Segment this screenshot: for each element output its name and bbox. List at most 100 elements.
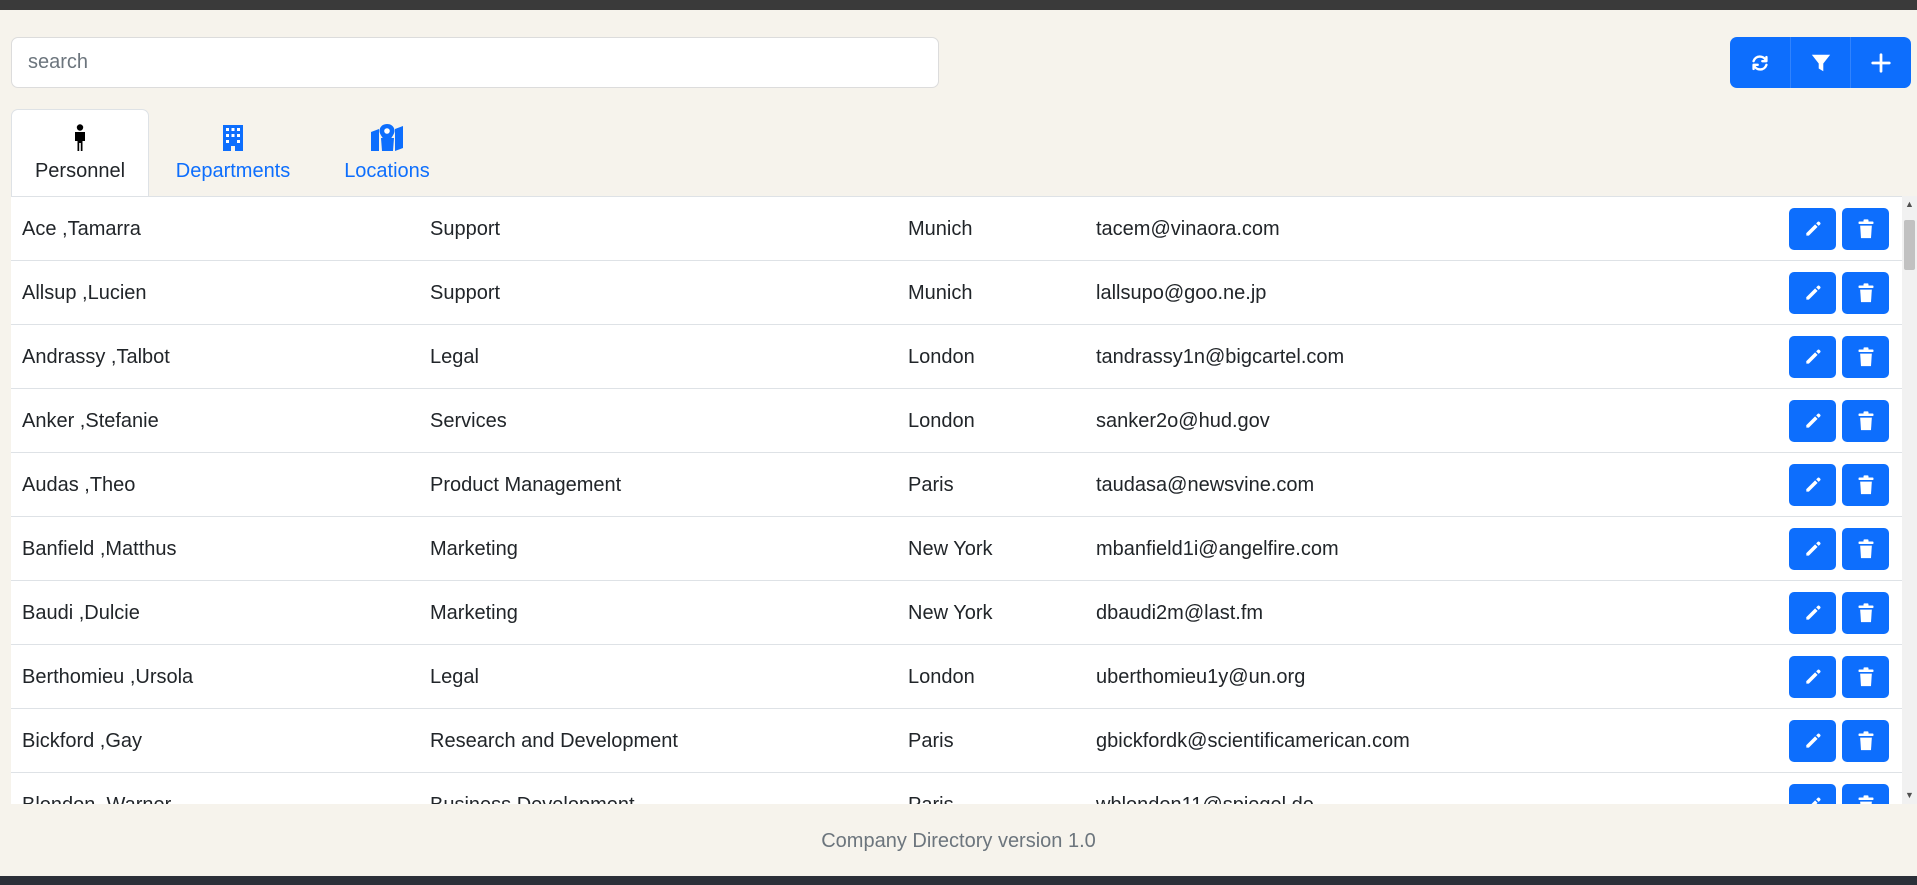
edit-button[interactable]: [1789, 464, 1836, 506]
tab-bar: Personnel Departments Locations: [11, 109, 457, 197]
plus-icon: [1871, 52, 1891, 73]
building-icon: [222, 122, 244, 154]
map-pin-icon: [370, 122, 404, 154]
edit-button[interactable]: [1789, 208, 1836, 250]
employee-name: Anker ,Stefanie: [22, 410, 159, 432]
tab-label: Departments: [175, 160, 291, 182]
employee-name: Allsup ,Lucien: [22, 282, 147, 304]
trash-icon: [1857, 539, 1875, 559]
pencil-icon: [1803, 731, 1823, 751]
table-row: Audas ,Theo Product Management Paris taudas…: [11, 453, 1902, 517]
employee-location: London: [908, 346, 975, 368]
filter-icon: [1811, 54, 1830, 71]
table-row: Allsup ,Lucien Support Munich lallsupo@goo.…: [11, 261, 1902, 325]
delete-button[interactable]: [1842, 400, 1889, 442]
employee-name: Audas ,Theo: [22, 474, 136, 496]
tab-label: Locations: [344, 160, 430, 182]
trash-icon: [1857, 603, 1875, 623]
pencil-icon: [1803, 283, 1823, 303]
delete-button[interactable]: [1842, 336, 1889, 378]
window-top-bar: [0, 0, 1917, 10]
employee-email: lallsupo@goo.ne.jp: [1096, 282, 1267, 304]
employee-department: Marketing: [430, 602, 518, 624]
edit-button[interactable]: [1789, 656, 1836, 698]
trash-icon: [1857, 411, 1875, 431]
pencil-icon: [1803, 795, 1823, 804]
table-row: Ace ,Tamarra Support Munich tacem@vinaora.c…: [11, 197, 1902, 261]
scroll-up-icon[interactable]: ▲: [1905, 200, 1914, 209]
delete-button[interactable]: [1842, 528, 1889, 570]
table-row: Baudi ,Dulcie Marketing New York dbaudi2m@l…: [11, 581, 1902, 645]
delete-button[interactable]: [1842, 592, 1889, 634]
employee-location: London: [908, 666, 975, 688]
employee-location: New York: [908, 602, 993, 624]
employee-name: Baudi ,Dulcie: [22, 602, 140, 624]
employee-department: Support: [430, 282, 501, 304]
employee-name: Berthomieu ,Ursola: [22, 666, 194, 688]
edit-button[interactable]: [1789, 720, 1836, 762]
refresh-button[interactable]: [1730, 37, 1790, 88]
employee-location: Munich: [908, 282, 973, 304]
employee-email: mbanfield1i@angelfire.com: [1096, 538, 1339, 560]
window-bottom-bar: [0, 876, 1917, 885]
employee-email: sanker2o@hud.gov: [1096, 410, 1270, 432]
footer-text: Company Directory version 1.0: [821, 830, 1096, 852]
tab-departments[interactable]: Departments: [149, 109, 317, 197]
table-row: Blondon ,Warner Business Development Paris…: [11, 773, 1902, 804]
refresh-icon: [1752, 54, 1768, 71]
employee-name: Blondon ,Warner: [22, 773, 171, 804]
scroll-thumb[interactable]: [1904, 220, 1915, 270]
tab-personnel[interactable]: Personnel: [11, 109, 149, 197]
employee-location: Paris: [908, 474, 954, 496]
scroll-down-icon[interactable]: ▼: [1905, 791, 1914, 800]
employee-department: Marketing: [430, 538, 518, 560]
trash-icon: [1857, 347, 1875, 367]
pencil-icon: [1803, 475, 1823, 495]
delete-button[interactable]: [1842, 720, 1889, 762]
delete-button[interactable]: [1842, 656, 1889, 698]
table-row: Banfield ,Matthus Marketing New York mbanfi…: [11, 517, 1902, 581]
edit-button[interactable]: [1789, 272, 1836, 314]
person-icon: [71, 122, 89, 154]
tab-locations[interactable]: Locations: [317, 109, 457, 197]
edit-button[interactable]: [1789, 784, 1836, 804]
employee-department: Support: [430, 218, 501, 240]
employee-department: Research and Development: [430, 730, 678, 752]
toolbar-button-group: [1730, 37, 1911, 88]
filter-button[interactable]: [1789, 37, 1851, 88]
add-button[interactable]: [1850, 37, 1911, 88]
delete-button[interactable]: [1842, 208, 1889, 250]
pencil-icon: [1803, 347, 1823, 367]
employee-name: Bickford ,Gay: [22, 730, 143, 752]
edit-button[interactable]: [1789, 592, 1836, 634]
table-scrollbar[interactable]: ▲ ▼: [1902, 196, 1917, 804]
delete-button[interactable]: [1842, 272, 1889, 314]
edit-button[interactable]: [1789, 400, 1836, 442]
trash-icon: [1857, 731, 1875, 751]
table-row: Andrassy ,Talbot Legal London tandrassy1n@b…: [11, 325, 1902, 389]
edit-button[interactable]: [1789, 336, 1836, 378]
employee-location: London: [908, 410, 975, 432]
trash-icon: [1857, 475, 1875, 495]
tab-label: Personnel: [34, 160, 126, 182]
employee-department: Product Management: [430, 474, 622, 496]
delete-button[interactable]: [1842, 464, 1889, 506]
personnel-table: Ace ,Tamarra Support Munich tacem@vinaora.c…: [11, 196, 1902, 804]
employee-name: Ace ,Tamarra: [22, 218, 141, 240]
pencil-icon: [1803, 603, 1823, 623]
trash-icon: [1857, 219, 1875, 239]
employee-email: wblondon11@spiegel.de: [1096, 773, 1314, 804]
employee-location: New York: [908, 538, 993, 560]
trash-icon: [1857, 283, 1875, 303]
employee-location: Paris: [908, 773, 954, 804]
employee-department: Business Development: [430, 773, 635, 804]
search-input[interactable]: [11, 37, 939, 88]
trash-icon: [1857, 667, 1875, 687]
employee-name: Andrassy ,Talbot: [22, 346, 170, 368]
edit-button[interactable]: [1789, 528, 1836, 570]
employee-department: Services: [430, 410, 507, 432]
employee-email: tandrassy1n@bigcartel.com: [1096, 346, 1345, 368]
employee-location: Munich: [908, 218, 973, 240]
employee-department: Legal: [430, 346, 479, 368]
delete-button[interactable]: [1842, 784, 1889, 804]
